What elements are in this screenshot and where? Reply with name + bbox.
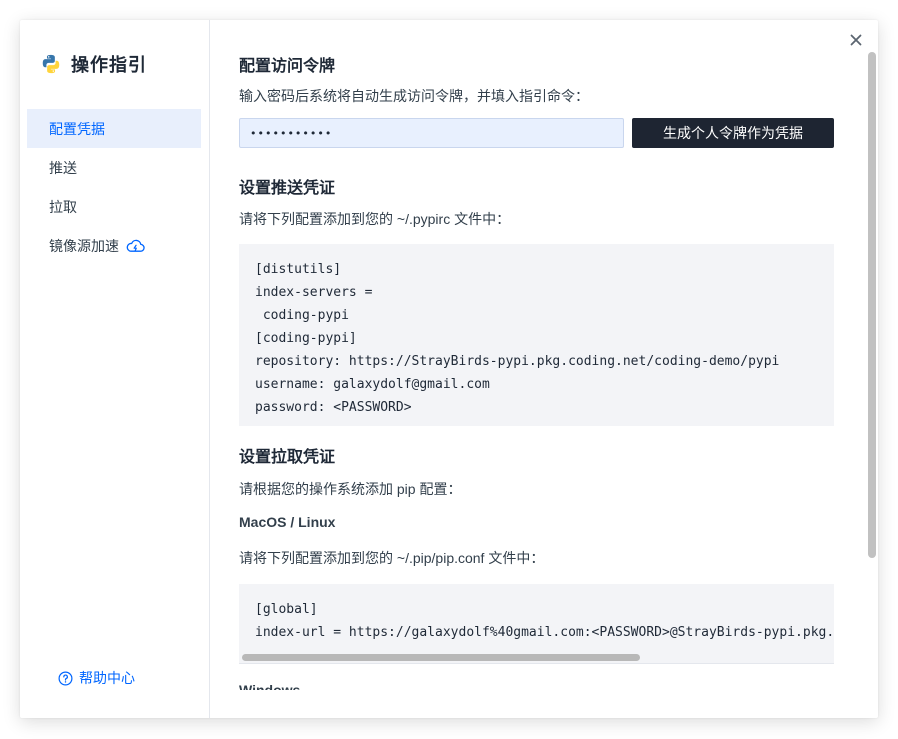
scrollbar-thumb[interactable] bbox=[868, 52, 876, 558]
vertical-scrollbar[interactable] bbox=[864, 50, 878, 690]
close-icon bbox=[850, 34, 862, 46]
sidebar-header: 操作指引 bbox=[40, 50, 147, 78]
token-section-desc: 输入密码后系统将自动生成访问令牌，并填入指引命令： bbox=[239, 88, 589, 104]
sidebar-item-label: 镜像源加速 bbox=[49, 237, 119, 254]
sidebar-item-label: 拉取 bbox=[49, 198, 77, 215]
sidebar: 操作指引 配置凭据 推送 拉取 镜像源加速 帮助中心 bbox=[20, 20, 210, 718]
pipconf-desc: 请将下列配置添加到您的 ~/.pip/pip.conf 文件中： bbox=[239, 550, 545, 566]
code-horizontal-scrollbar[interactable] bbox=[239, 650, 834, 664]
guide-modal: 操作指引 配置凭据 推送 拉取 镜像源加速 帮助中心 配置访问令牌 输入密码后系… bbox=[20, 20, 878, 718]
scrollbar-thumb[interactable] bbox=[242, 654, 640, 661]
push-section-heading: 设置推送凭证 bbox=[239, 180, 336, 197]
push-section-desc: 请将下列配置添加到您的 ~/.pypirc 文件中： bbox=[239, 211, 511, 227]
sidebar-item-push[interactable]: 推送 bbox=[27, 148, 201, 187]
help-circle-icon bbox=[58, 671, 73, 685]
os-label-macos-linux: MacOS / Linux bbox=[239, 514, 336, 530]
pipconf-code-block[interactable]: [global] index-url = https://galaxydolf%… bbox=[239, 584, 834, 650]
help-center-link[interactable]: 帮助中心 bbox=[58, 668, 135, 688]
generate-token-button[interactable]: 生成个人令牌作为凭据 bbox=[632, 118, 834, 148]
sidebar-item-mirror[interactable]: 镜像源加速 bbox=[27, 226, 201, 265]
help-center-label: 帮助中心 bbox=[79, 670, 135, 686]
sidebar-nav: 配置凭据 推送 拉取 镜像源加速 bbox=[27, 109, 201, 265]
python-logo-icon bbox=[42, 54, 60, 74]
pull-section-desc: 请根据您的操作系统添加 pip 配置： bbox=[239, 481, 462, 497]
sidebar-item-label: 配置凭据 bbox=[49, 120, 105, 137]
close-button[interactable] bbox=[846, 30, 866, 50]
cloud-lightning-icon bbox=[126, 239, 145, 252]
main-content: 配置访问令牌 输入密码后系统将自动生成访问令牌，并填入指引命令： 生成个人令牌作… bbox=[239, 20, 834, 690]
pull-section-heading: 设置拉取凭证 bbox=[239, 449, 336, 466]
token-section-heading: 配置访问令牌 bbox=[239, 58, 336, 75]
sidebar-title: 操作指引 bbox=[71, 55, 147, 75]
sidebar-item-label: 推送 bbox=[49, 159, 77, 176]
password-input[interactable] bbox=[239, 118, 624, 148]
sidebar-item-credentials[interactable]: 配置凭据 bbox=[27, 109, 201, 148]
pypirc-code-block[interactable]: [distutils] index-servers = coding-pypi … bbox=[239, 244, 834, 426]
os-label-windows: Windows bbox=[239, 682, 301, 690]
sidebar-item-pull[interactable]: 拉取 bbox=[27, 187, 201, 226]
